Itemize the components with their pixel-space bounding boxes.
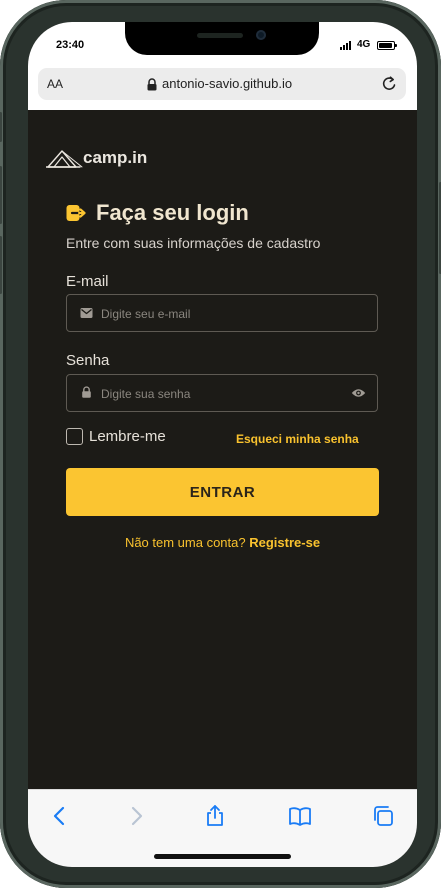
browser-toolbar <box>28 789 417 867</box>
side-button-silent <box>0 112 2 142</box>
address-bar-container: AA antonio-savio.github.io <box>28 64 417 111</box>
remember-me-checkbox[interactable] <box>66 428 83 445</box>
phone-screen: 23:40 4G AA antonio-savio.github.io camp… <box>28 22 417 867</box>
page-title: Faça seu login <box>96 200 249 225</box>
email-label: E-mail <box>66 273 109 290</box>
address-bar[interactable]: AA antonio-savio.github.io <box>38 68 406 100</box>
tabs-icon[interactable] <box>371 804 395 828</box>
sign-in-icon <box>66 205 86 221</box>
speaker <box>197 33 243 38</box>
back-icon[interactable] <box>48 804 72 828</box>
notch <box>125 22 319 55</box>
padlock-icon <box>82 386 91 398</box>
side-button-volume-down <box>0 236 2 294</box>
password-field-container <box>66 374 378 413</box>
text-size-button[interactable]: AA <box>47 77 63 91</box>
camera <box>256 30 266 40</box>
bookmarks-icon[interactable] <box>288 804 312 828</box>
envelope-icon <box>80 308 93 318</box>
remember-me-option[interactable]: Lembre-me <box>66 428 166 445</box>
password-label: Senha <box>66 352 110 369</box>
side-button-volume-up <box>0 166 2 224</box>
email-input[interactable] <box>99 295 343 333</box>
signup-link[interactable]: Registre-se <box>249 535 320 550</box>
remember-me-label: Lembre-me <box>89 428 166 445</box>
show-password-eye-icon[interactable] <box>351 387 366 399</box>
reload-icon[interactable] <box>380 75 398 93</box>
login-page: camp.in Faça seu login Entre com suas in… <box>28 110 417 789</box>
share-icon[interactable] <box>203 804 227 828</box>
logo-text: camp.in <box>83 148 148 167</box>
page-subtitle: Entre com suas informações de cadastro <box>66 235 321 251</box>
email-field-container <box>66 294 378 333</box>
status-time: 23:40 <box>56 39 85 51</box>
home-indicator[interactable] <box>154 854 291 859</box>
battery-icon <box>377 41 397 50</box>
logo[interactable]: camp.in <box>46 147 147 169</box>
url-text[interactable]: antonio-savio.github.io <box>162 76 292 91</box>
forward-icon[interactable] <box>124 804 148 828</box>
login-submit-button[interactable]: ENTRAR <box>66 468 379 516</box>
forgot-password-link[interactable]: Esqueci minha senha <box>236 432 359 446</box>
signup-prompt: Não tem uma conta? <box>124 535 246 550</box>
signal-icon <box>340 41 354 50</box>
phone-frame: 23:40 4G AA antonio-savio.github.io camp… <box>0 0 441 888</box>
network-type: 4G <box>357 39 371 50</box>
signup-prompt-row: Não tem uma conta? Registre-se <box>28 535 417 550</box>
lock-icon <box>147 78 157 91</box>
tent-logo-icon <box>46 150 83 168</box>
page-heading: Faça seu login <box>66 200 249 226</box>
password-input[interactable] <box>99 375 343 413</box>
